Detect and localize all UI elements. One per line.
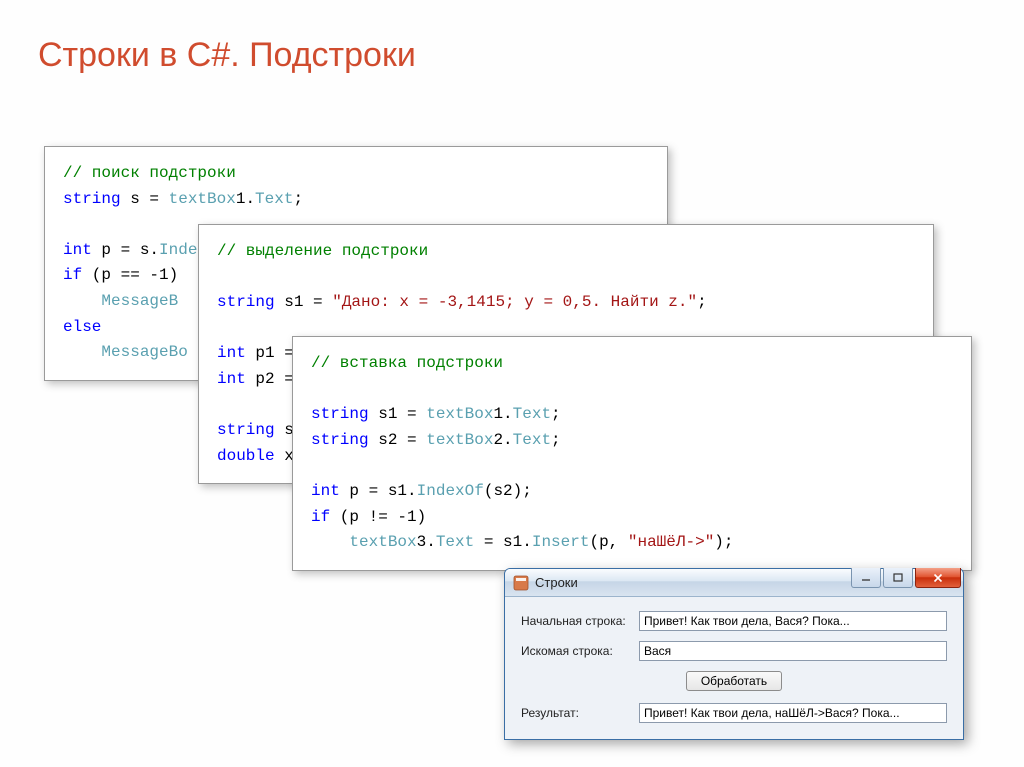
process-button[interactable]: Обработать: [686, 671, 782, 691]
dialog-body: Начальная строка: Искомая строка: Обрабо…: [505, 597, 963, 739]
input-initial[interactable]: [639, 611, 947, 631]
dialog-titlebar[interactable]: Строки: [505, 569, 963, 597]
result-dialog: Строки Начальная строка:: [504, 568, 964, 740]
dialog-title: Строки: [535, 575, 578, 590]
code-comment: // поиск подстроки: [63, 164, 236, 182]
label-initial: Начальная строка:: [521, 614, 639, 628]
label-search: Искомая строка:: [521, 644, 639, 658]
code-comment: // вставка подстроки: [311, 354, 503, 372]
app-icon: [513, 575, 529, 591]
label-result: Результат:: [521, 706, 639, 720]
page-title: Строки в C#. Подстроки: [38, 36, 986, 75]
maximize-button[interactable]: [883, 568, 913, 588]
slide: Строки в C#. Подстроки // поиск подстрок…: [0, 0, 1024, 767]
minimize-button[interactable]: [851, 568, 881, 588]
kw-string: string: [63, 190, 121, 208]
input-search[interactable]: [639, 641, 947, 661]
close-button[interactable]: [915, 568, 961, 588]
code-box-insert: // вставка подстроки string s1 = textBox…: [292, 336, 972, 571]
input-result[interactable]: [639, 703, 947, 723]
code-comment: // выделение подстроки: [217, 242, 428, 260]
